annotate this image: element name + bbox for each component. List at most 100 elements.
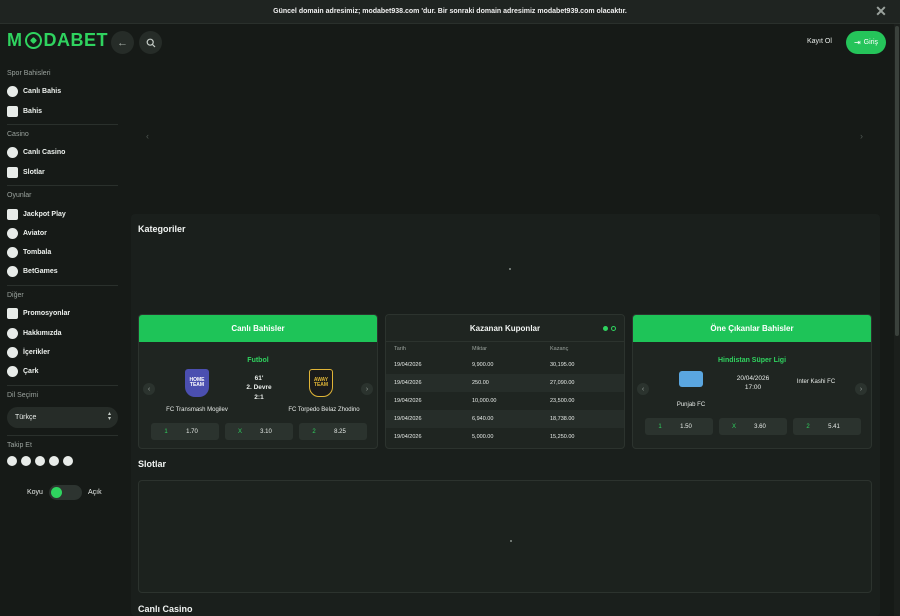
sidebar-item-slots[interactable]: Slotlar	[7, 165, 45, 179]
cell-amount: 9,900.00	[472, 362, 494, 368]
card-title: Kazanan Kuponlar	[386, 315, 624, 342]
sidebar-item-label: Çark	[23, 367, 39, 375]
page-scrollbar[interactable]	[894, 24, 900, 616]
language-select[interactable]: Türkçe ▴ ▾	[7, 407, 118, 428]
theme-toggle[interactable]	[48, 485, 82, 500]
cell-date: 19/04/2026	[394, 416, 422, 422]
odd-key: 1	[164, 428, 168, 435]
twitter-icon[interactable]	[21, 456, 31, 466]
table-row: 19/04/2026 9,900.00 30,195.00	[386, 356, 624, 374]
sidebar-item-promotions[interactable]: Promosyonlar	[7, 306, 70, 320]
sidebar-item-betgames[interactable]: BetGames	[7, 264, 58, 278]
scrollbar-thumb[interactable]	[895, 26, 899, 336]
categories-title: Kategoriler	[138, 224, 186, 234]
slots-grid	[138, 480, 872, 593]
sidebar-item-label: Canlı Casino	[23, 148, 66, 156]
divider	[7, 385, 118, 386]
cell-win: 23,500.00	[550, 398, 575, 404]
language-title: Dil Seçimi	[7, 392, 39, 399]
odd-value: 3.60	[754, 423, 766, 430]
plane-icon	[7, 227, 18, 239]
sidebar-item-aviator[interactable]: Aviator	[7, 226, 47, 240]
chevron-left-icon[interactable]: ‹	[146, 131, 149, 141]
odd-button[interactable]: 1 1.70	[151, 423, 219, 440]
home-team: FC Transmash Mogilev	[166, 407, 228, 413]
sidebar-item-jackpot-play[interactable]: Jackpot Play	[7, 207, 66, 221]
sidebar-item-betting[interactable]: Bahis	[7, 104, 42, 118]
sidebar-item-contents[interactable]: İçerikler	[7, 345, 50, 359]
cell-amount: 6,940.00	[472, 416, 494, 422]
arrow-left-icon: ←	[117, 36, 128, 49]
jackpot-icon	[7, 208, 18, 220]
table-row: 19/04/2026 5,000.00 15,250.00	[386, 428, 624, 446]
cell-date: 19/04/2026	[394, 362, 422, 368]
loading-indicator	[509, 268, 511, 270]
cell-win: 30,195.00	[550, 362, 575, 368]
odd-button[interactable]: X 3.10	[225, 423, 293, 440]
home-crest-icon	[679, 371, 703, 387]
sidebar-item-tombala[interactable]: Tombala	[7, 245, 51, 259]
odd-key: 2	[806, 423, 810, 430]
odd-key: 2	[312, 428, 316, 435]
card-title: Öne Çıkanlar Bahisler	[633, 315, 871, 342]
sidebar-item-wheel[interactable]: Çark	[7, 364, 39, 378]
coupons-table: Tarih Miktar Kazanç 19/04/2026 9,900.00 30…	[386, 342, 624, 446]
logo[interactable]: M DABET	[7, 30, 108, 51]
odd-key: X	[237, 428, 242, 435]
club-card-icon	[7, 146, 18, 158]
back-button[interactable]: ←	[111, 31, 134, 54]
match-period: 2. Devre	[246, 384, 272, 391]
sidebar-item-about[interactable]: Hakkımızda	[7, 326, 62, 340]
betgames-icon	[7, 265, 18, 277]
login-label: Giriş	[863, 39, 879, 46]
logo-text-right: DABET	[43, 30, 108, 50]
odd-button[interactable]: 2 8.25	[299, 423, 367, 440]
register-link[interactable]: Kayıt Ol	[807, 38, 832, 45]
away-crest: AWAY TEAM	[309, 369, 333, 397]
updown-caret-icon: ▴ ▾	[107, 411, 111, 422]
cell-amount: 5,000.00	[472, 434, 494, 440]
instagram-icon[interactable]	[35, 456, 45, 466]
slots-title: Slotlar	[138, 459, 167, 469]
match-date: 20/04/2026	[736, 375, 770, 382]
login-icon: ⇥	[853, 38, 861, 47]
odd-button[interactable]: X 3.60	[719, 418, 787, 435]
sidebar-item-label: Tombala	[23, 248, 52, 256]
chevron-left-icon[interactable]: ‹	[637, 383, 649, 395]
soccer-ball-icon	[7, 85, 18, 97]
dot[interactable]	[611, 326, 616, 331]
search-button[interactable]	[139, 31, 162, 54]
loading-indicator	[510, 540, 512, 542]
away-team: FC Torpedo Belaz Zhodino	[288, 407, 360, 413]
dot[interactable]	[603, 326, 608, 331]
chevron-right-icon[interactable]: ›	[361, 383, 373, 395]
sidebar-item-label: Promosyonlar	[23, 309, 71, 317]
column-header: Miktar	[472, 346, 487, 352]
carousel-dots	[603, 326, 616, 331]
telegram-icon[interactable]	[49, 456, 59, 466]
divider	[7, 285, 118, 286]
sidebar-item-live-betting[interactable]: Canlı Bahis	[7, 84, 61, 98]
wheel-icon	[7, 365, 18, 377]
chevron-left-icon[interactable]: ‹	[143, 383, 155, 395]
sidebar-item-live-casino[interactable]: Canlı Casino	[7, 145, 65, 159]
cell-date: 19/04/2026	[394, 380, 422, 386]
lottery-ball-icon	[7, 246, 18, 258]
odd-value: 1.70	[186, 428, 198, 435]
sidebar-item-label: Hakkımızda	[23, 329, 62, 337]
close-icon[interactable]: ✕	[874, 4, 888, 18]
login-button[interactable]: ⇥ Giriş	[846, 31, 886, 54]
facebook-icon[interactable]	[7, 456, 17, 466]
chevron-right-icon[interactable]: ›	[860, 131, 863, 141]
star-icon	[7, 346, 18, 358]
youtube-icon[interactable]	[63, 456, 73, 466]
live-bets-card: Canlı Bahisler Futbol HOME TEAM AWAY TEA…	[138, 314, 378, 449]
odd-button[interactable]: 2 5.41	[793, 418, 861, 435]
table-header: Tarih Miktar Kazanç	[386, 342, 624, 356]
odd-button[interactable]: 1 1.50	[645, 418, 713, 435]
match-time: 17:00	[744, 384, 762, 391]
cell-win: 27,090.00	[550, 380, 575, 386]
chevron-right-icon[interactable]: ›	[855, 383, 867, 395]
sidebar-item-label: Aviator	[23, 229, 47, 237]
jersey-icon	[7, 105, 18, 117]
